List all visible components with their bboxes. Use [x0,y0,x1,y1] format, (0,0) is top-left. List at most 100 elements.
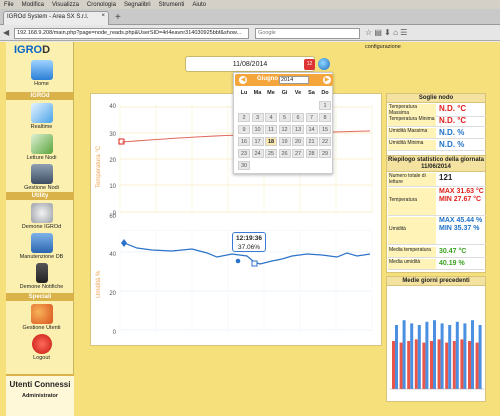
power-icon [31,334,52,354]
calendar-day[interactable]: 27 [292,149,304,158]
calendar-day[interactable]: 14 [305,125,318,134]
tooltip-value: 37.06% [237,244,261,251]
calendar-day[interactable]: 3 [251,113,264,122]
gear-icon [30,203,53,223]
calendar-day[interactable]: 10 [251,125,264,134]
url-bar[interactable]: 192.168.9.208/main.php?page=node_reads.p… [14,28,249,39]
hum-avg-bar [455,321,459,389]
threshold-label: Temperatura Massima [388,104,436,116]
menu-cronologia[interactable]: Cronologia [87,2,116,8]
calendar-day[interactable]: 24 [251,149,264,158]
calendar-day[interactable]: 17 [251,137,264,146]
date-input[interactable]: 11/08/2014 [185,56,315,72]
globe-icon[interactable] [318,58,330,70]
calendar-day[interactable]: 19 [278,137,291,146]
calendar-day[interactable]: 15 [319,125,331,134]
menu-modifica[interactable]: Modifica [22,2,44,8]
hum-avg-bar [440,323,444,389]
menu-segnalibri[interactable]: Segnalibri [124,2,151,8]
thresholds-title: Soglie nodo [387,94,485,103]
calendar-day[interactable]: 13 [292,125,304,134]
calendar-icon[interactable]: 12 [304,59,315,70]
temp-max: MAX 31.63 °C [439,188,484,195]
threshold-label: Temperatura Minima [388,116,436,126]
calendar-day[interactable]: 8 [319,113,331,122]
temp-avg-bar [437,339,441,389]
hum-max: MAX 45.44 % [439,217,483,224]
calendar-day[interactable]: 25 [265,149,277,158]
month-select[interactable]: Giugno [257,76,278,82]
calendar-day[interactable]: 28 [305,149,318,158]
sidebar-item-home[interactable]: Home [14,60,69,87]
section-speciali: Speciali [6,293,74,301]
sidebar-item-demone-igrod[interactable]: Demone IGROd [14,203,69,230]
weekday-label: Ma [253,90,262,96]
calendar-day[interactable]: 29 [319,149,331,158]
calendar-day[interactable]: 1 [319,101,331,110]
avg-hum-label: Media umidità [388,259,436,269]
calendar-day[interactable]: 30 [238,161,250,170]
back-icon[interactable]: ◀ [3,28,9,37]
browser-menubar: File Modifica Visualizza Cronologia Segn… [0,0,500,9]
weekday-label: Ve [294,90,302,96]
calendar-day[interactable]: 18 [265,137,277,146]
thresholds-panel: Soglie nodo Temperatura Massima N.D. °C T… [386,93,486,163]
summary-title: Riepilogo statistico della giornata 11/0… [387,156,485,172]
humidity-label: Umidità [388,217,436,244]
hum-avg-bar [471,320,474,389]
sidebar-item-letture-nodi[interactable]: Letture Nodi [14,134,69,161]
hum-avg-bar [410,323,414,389]
calendar-day[interactable]: 23 [238,149,250,158]
prev-month-icon[interactable]: ◀ [239,76,247,84]
temp-avg-bar [475,342,479,389]
calendar-day[interactable]: 12 [278,125,291,134]
chart-tooltip: 12:19:36 37.06% [232,232,266,252]
section-igrod: IGROd [6,92,74,100]
temp-tick: 40 [109,104,116,110]
hum-avg-bar [463,323,467,389]
calendar-day[interactable]: 2 [238,113,250,122]
sidebar-item-demone-notifiche[interactable]: Demone Notifiche [14,263,69,290]
temp-avg-bar [460,339,464,389]
new-tab-icon[interactable]: + [115,12,121,23]
toolbar-icons[interactable]: ☆ ▤ ⬇ ⌂ ☰ [365,28,407,37]
humidity-start-marker [121,239,127,247]
datepicker-popup: ◀ Giugno 2014 ▶ Lu Ma Me Gi Ve Sa Do 1 2 3 4 5 6 7 8 9 1… [233,72,333,174]
hum-tick: 40 [109,252,116,258]
temp-avg-bar [407,341,411,389]
temp-tick: 30 [109,132,116,138]
calendar-day[interactable]: 11 [265,125,277,134]
sidebar-item-manutenzione-db[interactable]: Manutenzione DB [14,233,69,260]
config-link[interactable]: configurazione [365,44,401,50]
calendar-day[interactable]: 6 [292,113,304,122]
sidebar-item-realtime[interactable]: Realtime [14,103,69,130]
menu-visualizza[interactable]: Visualizza [52,2,79,8]
calendar-day[interactable]: 5 [278,113,291,122]
threshold-label: Umidità Massima [388,128,436,138]
year-select[interactable]: 2014 [279,76,309,84]
summary-date: 11/06/2014 [421,164,451,170]
calendar-day[interactable]: 16 [238,137,250,146]
calendar-day[interactable]: 20 [292,137,304,146]
calendar-day[interactable]: 21 [305,137,318,146]
calendar-day[interactable]: 7 [305,113,318,122]
calendar-day[interactable]: 26 [278,149,291,158]
database-icon [30,233,53,253]
search-input[interactable]: Google [255,28,360,39]
menu-aiuto[interactable]: Aiuto [192,2,206,8]
datepicker-header: ◀ Giugno 2014 ▶ [235,74,333,86]
temp-avg-bar [414,339,418,389]
menu-strumenti[interactable]: Strumenti [159,2,185,8]
next-month-icon[interactable]: ▶ [323,76,331,84]
sidebar-item-gestione-nodi[interactable]: Gestione Nodi [14,164,69,191]
sidebar-item-logout[interactable]: Logout [14,334,69,361]
browser-tab[interactable]: IGROd System - Area SX S.r.l. × [3,11,109,25]
temp-avg-bar [422,342,426,389]
close-icon[interactable]: × [101,13,105,19]
calendar-day[interactable]: 22 [319,137,331,146]
sidebar-item-gestione-utenti[interactable]: Gestione Utenti [14,304,69,331]
calendar-day[interactable]: 9 [238,125,250,134]
menu-file[interactable]: File [4,2,14,8]
hum-avg-bar [478,325,482,389]
calendar-day[interactable]: 4 [265,113,277,122]
